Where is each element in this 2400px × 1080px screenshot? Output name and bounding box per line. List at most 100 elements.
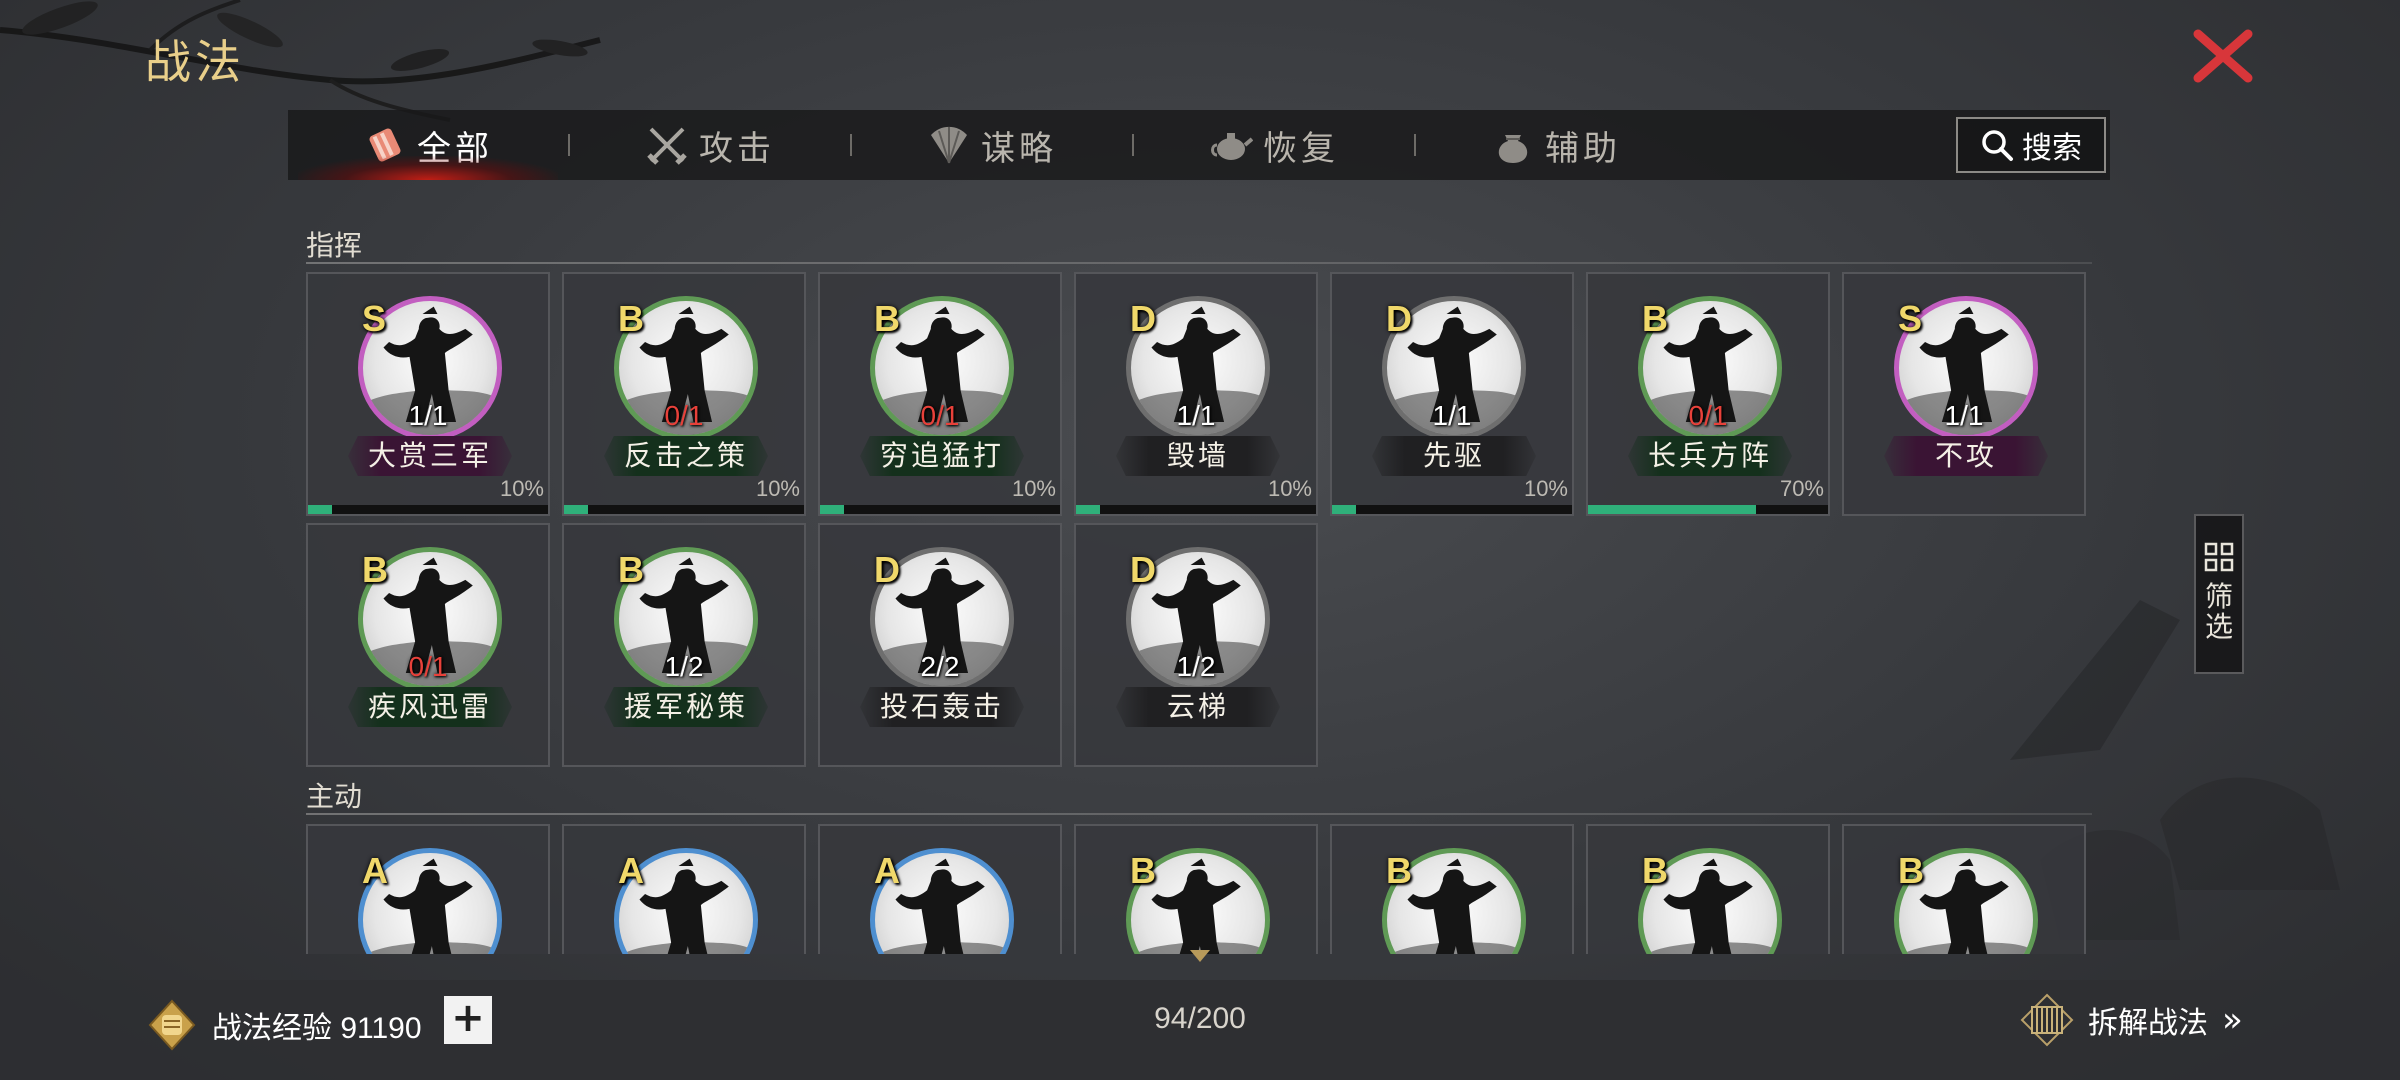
tactic-progress-percent: 10% <box>1267 476 1312 501</box>
tactic-grade: B <box>362 549 388 590</box>
tactic-progress-percent: 10% <box>499 476 544 501</box>
tactic-count: 2/2 <box>920 651 960 682</box>
search-button[interactable]: 搜索 <box>1956 117 2106 173</box>
tactic-progress-fill <box>1076 505 1100 514</box>
tactic-grade: B <box>874 298 900 339</box>
double-chevron-icon: » <box>2222 1000 2243 1040</box>
tactic-grade: B <box>1386 850 1412 891</box>
add-exp-button[interactable]: + <box>444 996 492 1044</box>
tab-label: 恢复 <box>1263 128 1339 169</box>
tactic-progress-bar <box>1588 505 1828 514</box>
section-title-active: 主动 <box>306 780 363 813</box>
tactic-progress-bar <box>1332 505 1572 514</box>
tactic-progress-bar <box>820 505 1060 514</box>
section-divider <box>306 813 2092 815</box>
filter-button[interactable]: 筛选 <box>2194 514 2244 674</box>
tactic-card[interactable]: D 1/1 毁墙 10% <box>1074 272 1318 516</box>
tab-recovery[interactable]: 恢复 <box>1134 110 1414 180</box>
teapot-icon <box>1211 133 1253 160</box>
command-tactics-grid: S 1/1 大赏三军 10% B 0/1 反击之策 10% B 0/1 穷追猛打 10% D 1/1 毁墙 1… <box>306 272 2092 772</box>
dismantle-tactics-button[interactable]: 拆解战法 » <box>2020 990 2243 1050</box>
page-title: 战法 <box>145 35 245 89</box>
tactic-card[interactable]: D 1/2 云梯 <box>1074 523 1318 767</box>
crossed-swords-icon <box>647 127 687 165</box>
tactic-name: 先驱 <box>1372 436 1536 476</box>
tactic-card[interactable]: B 0/1 疾风迅雷 <box>306 523 550 767</box>
scroll-icon <box>2020 993 2074 1047</box>
tactic-card[interactable]: B <box>1586 824 1830 954</box>
tactic-name: 疾风迅雷 <box>348 687 512 727</box>
tactic-grade: A <box>874 850 900 891</box>
tactic-progress-fill <box>564 505 588 514</box>
tactic-count: 0/1 <box>920 400 960 431</box>
tactic-count: 1/1 <box>408 400 448 431</box>
tactic-name: 毁墙 <box>1116 436 1280 476</box>
tab-all[interactable]: 全部 <box>288 110 568 180</box>
tab-strategy[interactable]: 谋略 <box>852 110 1132 180</box>
tactic-name: 穷追猛打 <box>860 436 1024 476</box>
tactic-name: 云梯 <box>1116 687 1280 727</box>
tactic-card[interactable]: B 0/1 反击之策 10% <box>562 272 806 516</box>
tactic-grade: B <box>618 298 644 339</box>
search-label: 搜索 <box>2022 131 2082 166</box>
tactic-card[interactable]: B 1/2 援军秘策 <box>562 523 806 767</box>
tactic-card[interactable]: B <box>1074 824 1318 954</box>
bundle-icon <box>369 128 401 162</box>
tab-label: 攻击 <box>699 128 775 169</box>
tactic-grade: A <box>618 850 644 891</box>
fan-icon <box>931 126 967 164</box>
tactic-count: 1/2 <box>1176 651 1216 682</box>
tab-label: 辅助 <box>1545 128 1621 169</box>
tactic-progress-bar <box>564 505 804 514</box>
tactic-progress-bar <box>308 505 548 514</box>
tactic-exp-display: 战法经验 91190 <box>146 995 422 1055</box>
tactic-capacity: 94/200 <box>1154 1002 1246 1035</box>
tactic-grade: S <box>362 298 387 339</box>
tactic-grade: B <box>1898 850 1924 891</box>
tactic-name: 投石轰击 <box>860 687 1024 727</box>
tactic-card[interactable]: A <box>818 824 1062 954</box>
tactic-grade: D <box>1386 298 1412 339</box>
filter-label: 筛选 <box>2204 580 2233 643</box>
tactic-grade: B <box>1642 298 1668 339</box>
tactic-progress-fill <box>308 505 332 514</box>
tab-attack[interactable]: 攻击 <box>570 110 850 180</box>
tactic-grade: D <box>874 549 900 590</box>
tactic-name: 长兵方阵 <box>1628 436 1792 476</box>
tactic-card[interactable]: D 1/1 先驱 10% <box>1330 272 1574 516</box>
tactic-progress-percent: 70% <box>1779 476 1824 501</box>
scroll-down-caret-icon <box>1190 950 1210 962</box>
tactic-count: 1/1 <box>1944 400 1984 431</box>
tactic-card[interactable]: D 2/2 投石轰击 <box>818 523 1062 767</box>
tactic-count: 0/1 <box>664 400 704 431</box>
tactic-name: 不攻 <box>1884 436 2048 476</box>
tactic-grade: B <box>618 549 644 590</box>
grid-icon <box>2204 542 2234 572</box>
tactic-card[interactable]: S 1/1 大赏三军 10% <box>306 272 550 516</box>
pouch-icon <box>1498 135 1528 163</box>
tactic-progress-fill <box>1588 505 1756 514</box>
tactic-name: 援军秘策 <box>604 687 768 727</box>
tactic-grade: B <box>1642 850 1668 891</box>
tactic-count: 0/1 <box>1688 400 1728 431</box>
tactic-card[interactable]: A <box>306 824 550 954</box>
tactic-exp-text: 战法经验 91190 <box>212 1012 422 1045</box>
tactic-card[interactable]: B <box>1330 824 1574 954</box>
tactic-card[interactable]: B <box>1842 824 2086 954</box>
tab-support[interactable]: 辅助 <box>1416 110 1696 180</box>
search-icon <box>1982 130 2013 161</box>
tactic-count: 1/1 <box>1176 400 1216 431</box>
tactic-progress-fill <box>1332 505 1356 514</box>
tactic-card[interactable]: B 0/1 长兵方阵 70% <box>1586 272 1830 516</box>
tactic-card[interactable]: A <box>562 824 806 954</box>
tactic-grade: B <box>1130 850 1156 891</box>
tactic-count: 1/1 <box>1432 400 1472 431</box>
tactic-name: 反击之策 <box>604 436 768 476</box>
tab-label: 谋略 <box>981 128 1057 169</box>
close-icon[interactable] <box>2190 28 2256 84</box>
tactic-grade: S <box>1898 298 1923 339</box>
tactic-count: 1/2 <box>664 651 704 682</box>
tactic-card[interactable]: S 1/1 不攻 <box>1842 272 2086 516</box>
tactic-name: 大赏三军 <box>348 436 512 476</box>
tactic-card[interactable]: B 0/1 穷追猛打 10% <box>818 272 1062 516</box>
